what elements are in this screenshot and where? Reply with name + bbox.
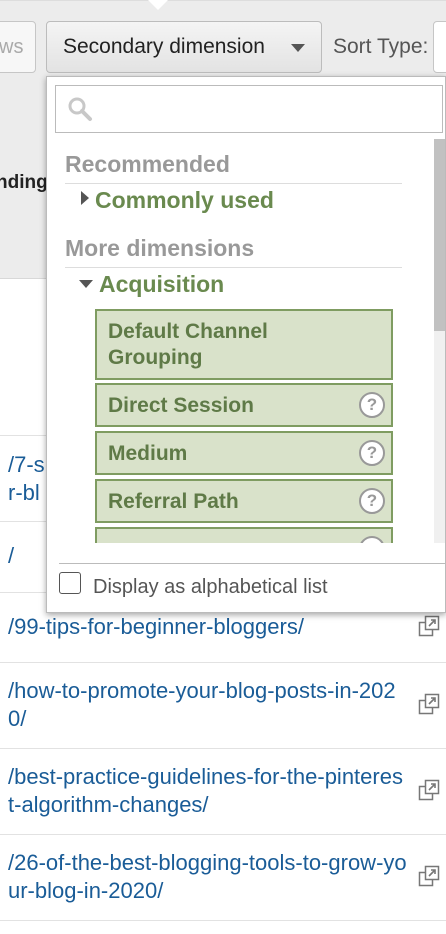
pointer-caret bbox=[148, 0, 168, 10]
page-path-link[interactable]: /how-to-promote-your-blog-posts-in-2020/ bbox=[8, 677, 408, 733]
open-link-icon[interactable] bbox=[418, 865, 440, 887]
dimension-search-input[interactable] bbox=[55, 85, 443, 133]
dimension-item[interactable] bbox=[95, 527, 393, 543]
page-path-link[interactable]: /best-practice-guidelines-for-the-pinter… bbox=[8, 763, 408, 819]
rows-button[interactable]: ws bbox=[0, 21, 36, 73]
dimension-item[interactable]: Default Channel Grouping bbox=[95, 309, 393, 380]
secondary-dimension-button[interactable]: Secondary dimension bbox=[46, 21, 322, 73]
dimension-item[interactable]: Referral Path ? bbox=[95, 479, 393, 523]
rows-button-label: ws bbox=[0, 36, 24, 58]
help-icon[interactable]: ? bbox=[359, 440, 385, 466]
open-link-icon[interactable] bbox=[418, 779, 440, 801]
commonly-used-group[interactable]: Commonly used bbox=[81, 187, 274, 214]
dimension-item[interactable]: Medium ? bbox=[95, 431, 393, 475]
acquisition-label: Acquisition bbox=[99, 271, 225, 297]
search-icon bbox=[68, 97, 92, 121]
dimension-label: Direct Session bbox=[108, 394, 254, 417]
sort-type-label: Sort Type: bbox=[333, 35, 429, 58]
open-link-icon[interactable] bbox=[418, 615, 440, 637]
dropdown-footer: Display as alphabetical list bbox=[59, 563, 445, 598]
chevron-down-icon bbox=[291, 44, 305, 52]
dimension-label: Medium bbox=[108, 442, 188, 465]
open-link-icon[interactable] bbox=[418, 693, 440, 715]
secondary-dimension-label: Secondary dimension bbox=[63, 35, 265, 58]
help-icon[interactable]: ? bbox=[359, 488, 385, 514]
page-path-link[interactable]: /26-of-the-best-blogging-tools-to-grow-y… bbox=[8, 849, 408, 905]
recommended-heading: Recommended bbox=[65, 147, 402, 184]
acquisition-group[interactable]: Acquisition bbox=[79, 271, 224, 298]
dimension-item[interactable]: Direct Session ? bbox=[95, 383, 393, 427]
alphabetical-list-label[interactable]: Display as alphabetical list bbox=[93, 576, 328, 599]
more-dimensions-heading: More dimensions bbox=[65, 231, 402, 268]
scrollbar-track[interactable] bbox=[434, 331, 445, 543]
help-icon[interactable] bbox=[359, 536, 385, 543]
table-row: /how-to-promote-your-blog-posts-in-2020/ bbox=[0, 663, 446, 749]
alphabetical-list-checkbox[interactable] bbox=[59, 572, 81, 594]
sort-type-select[interactable] bbox=[433, 21, 446, 73]
dimension-label: Default Channel Grouping bbox=[108, 320, 268, 369]
secondary-dimension-dropdown: Recommended Commonly used More dimension… bbox=[46, 76, 446, 613]
dimension-label: Referral Path bbox=[108, 490, 239, 513]
dimension-list: Recommended Commonly used More dimension… bbox=[47, 139, 427, 543]
expand-arrow-icon bbox=[81, 191, 89, 205]
commonly-used-label: Commonly used bbox=[95, 187, 274, 213]
table-row: /best-practice-guidelines-for-the-pinter… bbox=[0, 749, 446, 835]
column-header-label[interactable]: nding bbox=[0, 172, 48, 194]
page-path-link[interactable]: /99-tips-for-beginner-bloggers/ bbox=[8, 613, 408, 641]
collapse-arrow-icon bbox=[79, 280, 93, 288]
scrollbar-thumb[interactable] bbox=[434, 139, 445, 331]
help-icon[interactable]: ? bbox=[359, 392, 385, 418]
table-row: /26-of-the-best-blogging-tools-to-grow-y… bbox=[0, 835, 446, 921]
